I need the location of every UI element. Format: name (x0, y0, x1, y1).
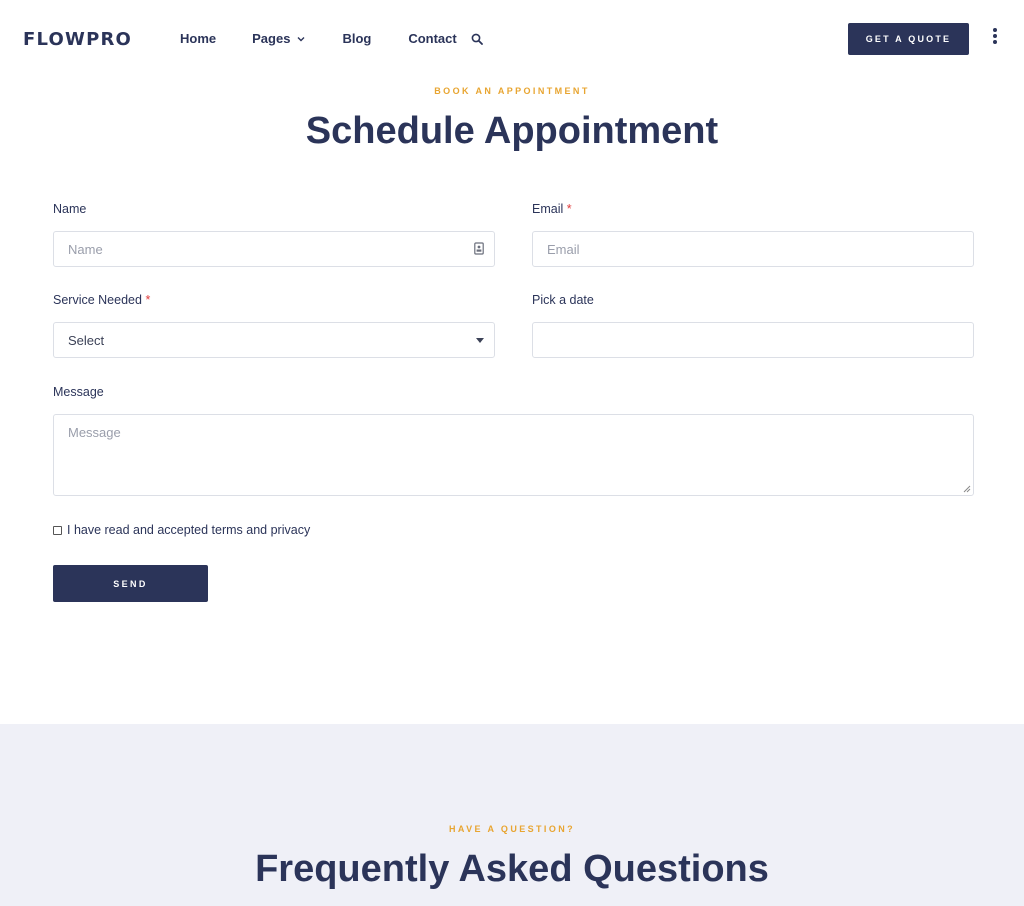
nav-item-pages[interactable]: Pages (252, 31, 306, 46)
required-mark: * (566, 202, 572, 216)
name-input[interactable]: Name (53, 231, 495, 267)
required-mark: * (145, 293, 151, 307)
caret-down-icon (476, 338, 484, 343)
service-label: Service Needed * (53, 293, 150, 307)
service-select[interactable]: Select (53, 322, 495, 358)
message-label: Message (53, 385, 104, 399)
terms-label[interactable]: I have read and accepted terms and priva… (67, 523, 310, 537)
get-a-quote-button[interactable]: GET A QUOTE (848, 23, 969, 55)
contact-card-icon (474, 242, 484, 255)
kebab-dot (993, 40, 997, 44)
chevron-down-icon (297, 36, 305, 41)
email-placeholder: Email (547, 241, 580, 257)
date-label: Pick a date (532, 293, 594, 307)
service-label-text: Service Needed (53, 293, 142, 307)
kebab-menu-icon[interactable] (988, 28, 1002, 48)
email-label-text: Email (532, 202, 564, 216)
send-button[interactable]: SEND (53, 565, 208, 602)
site-logo[interactable]: FLOWPRO (23, 29, 132, 50)
message-textarea[interactable]: Message (53, 414, 974, 496)
date-input[interactable] (532, 322, 974, 358)
resize-handle-icon[interactable] (963, 485, 971, 493)
appointment-eyebrow: BOOK AN APPOINTMENT (434, 86, 590, 96)
faq-eyebrow: HAVE A QUESTION? (448, 824, 576, 834)
nav-item-blog[interactable]: Blog (342, 31, 371, 46)
faq-title: Frequently Asked Questions (255, 848, 769, 890)
message-placeholder: Message (68, 425, 121, 440)
site-header: FLOWPRO Home Pages Blog Contact GET A QU… (0, 0, 1024, 78)
nav-item-contact[interactable]: Contact (408, 31, 456, 46)
email-input[interactable]: Email (532, 231, 974, 267)
main-nav: Home Pages Blog Contact (180, 31, 483, 46)
email-label: Email * (532, 202, 572, 216)
terms-checkbox[interactable] (53, 525, 62, 535)
name-placeholder: Name (68, 241, 103, 257)
name-label: Name (53, 202, 87, 216)
page-title: Schedule Appointment (305, 110, 719, 152)
nav-item-home[interactable]: Home (180, 31, 216, 46)
search-icon[interactable] (471, 33, 483, 45)
kebab-dot (993, 28, 997, 32)
terms-row: I have read and accepted terms and priva… (53, 523, 310, 537)
service-selected-value: Select (68, 332, 105, 348)
nav-item-pages-label: Pages (252, 31, 291, 46)
kebab-dot (993, 34, 997, 38)
